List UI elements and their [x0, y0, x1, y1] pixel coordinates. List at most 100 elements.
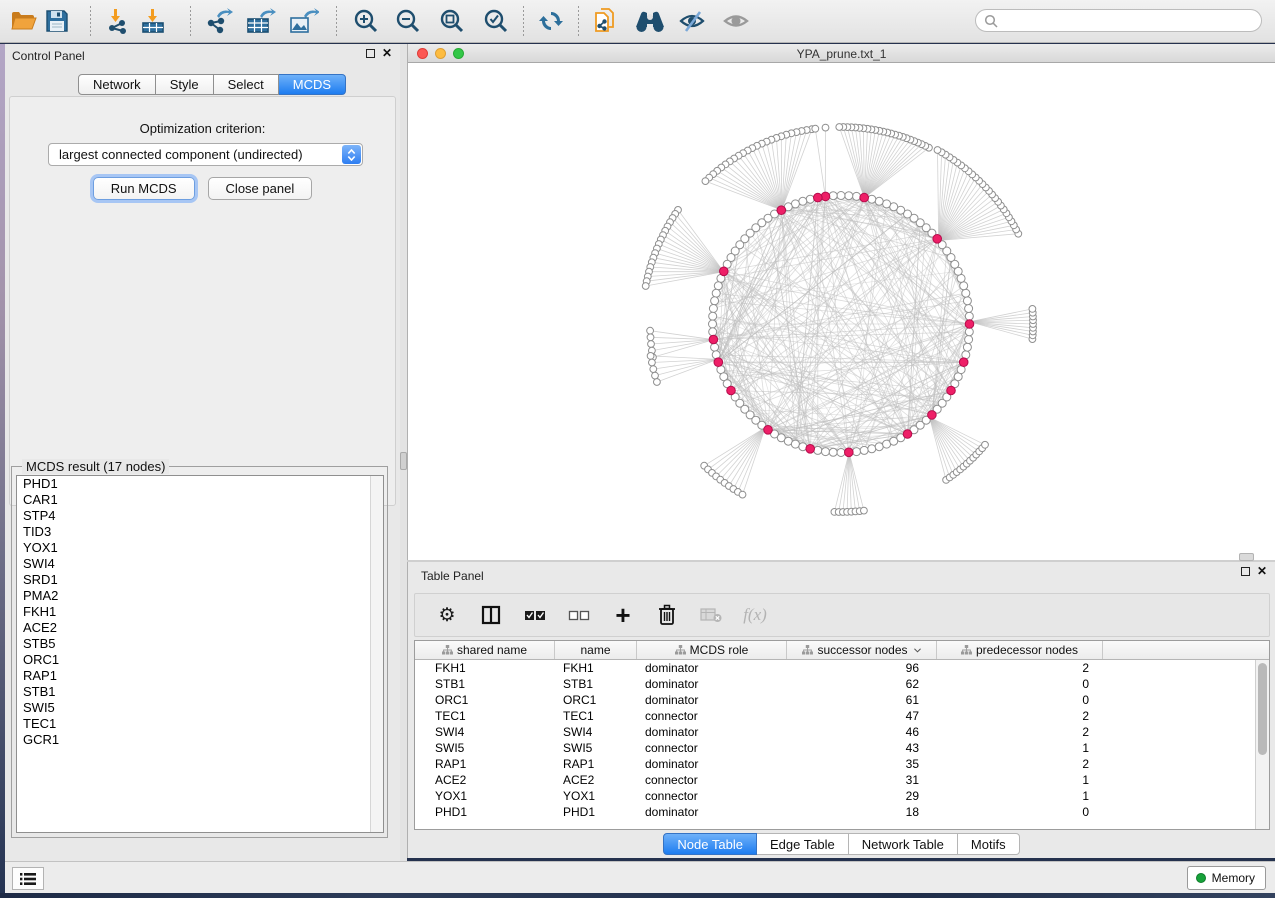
tab-motifs[interactable]: Motifs: [958, 833, 1020, 855]
tab-edge-table[interactable]: Edge Table: [757, 833, 849, 855]
list-item[interactable]: TID3: [17, 524, 383, 540]
table-row[interactable]: SWI5SWI5connector431: [415, 740, 1256, 756]
table-cell: 47: [787, 709, 937, 723]
table-row[interactable]: FKH1FKH1dominator962: [415, 660, 1256, 676]
close-table-panel-icon[interactable]: ✕: [1257, 567, 1267, 576]
table-row[interactable]: RAP1RAP1dominator352: [415, 756, 1256, 772]
binoculars-search-icon[interactable]: [634, 7, 666, 35]
table-cell: ORC1: [555, 693, 637, 707]
tab-node-table[interactable]: Node Table: [663, 833, 757, 855]
table-cell: 2: [937, 725, 1103, 739]
export-network-icon[interactable]: [203, 7, 233, 35]
list-item[interactable]: STB1: [17, 684, 383, 700]
optimization-criterion-dropdown[interactable]: largest connected component (undirected): [48, 143, 363, 166]
tab-network[interactable]: Network: [78, 74, 156, 95]
table-cell: 2: [937, 709, 1103, 723]
column-header-successor-nodes[interactable]: successor nodes: [787, 641, 937, 659]
deselect-all-icon[interactable]: [567, 602, 591, 628]
tab-mcds[interactable]: MCDS: [279, 74, 346, 95]
control-panel-header: Control Panel ✕: [5, 44, 400, 68]
list-item[interactable]: RAP1: [17, 668, 383, 684]
table-row[interactable]: YOX1YOX1connector291: [415, 788, 1256, 804]
table-cell: SWI4: [555, 725, 637, 739]
add-column-icon[interactable]: +: [611, 602, 635, 628]
search-field[interactable]: [975, 9, 1262, 32]
zoom-fit-icon[interactable]: [438, 7, 465, 35]
zoom-selected-icon[interactable]: [482, 7, 509, 35]
mcds-panel: Optimization criterion: largest connecte…: [9, 96, 396, 506]
delete-table-icon: [699, 602, 723, 628]
zoom-in-icon[interactable]: [352, 7, 379, 35]
status-bar: Memory: [5, 861, 1275, 893]
close-panel-button[interactable]: Close panel: [208, 177, 313, 200]
save-session-icon[interactable]: [44, 7, 70, 35]
vertical-splitter[interactable]: [400, 44, 407, 861]
table-cell: RAP1: [415, 757, 555, 771]
table-row[interactable]: STB1STB1dominator620: [415, 676, 1256, 692]
table-cell: dominator: [637, 693, 787, 707]
network-canvas[interactable]: [408, 63, 1275, 560]
table-cell: connector: [637, 789, 787, 803]
export-image-icon[interactable]: [287, 7, 319, 35]
table-cell: ACE2: [415, 773, 555, 787]
toolbar-separator: [523, 6, 524, 36]
column-header-predecessor-nodes[interactable]: predecessor nodes: [937, 641, 1103, 659]
refresh-layout-icon[interactable]: [538, 7, 564, 35]
table-cell: SWI5: [415, 741, 555, 755]
column-header-name[interactable]: name: [555, 641, 637, 659]
network-titlebar[interactable]: YPA_prune.txt_1: [408, 44, 1275, 63]
list-item[interactable]: YOX1: [17, 540, 383, 556]
list-item[interactable]: SWI5: [17, 700, 383, 716]
select-all-icon[interactable]: [523, 602, 547, 628]
horizontal-splitter-grabber[interactable]: [1239, 553, 1254, 561]
search-input[interactable]: [998, 14, 1238, 28]
tab-style[interactable]: Style: [156, 74, 214, 95]
table-row[interactable]: TEC1TEC1connector472: [415, 708, 1256, 724]
list-item[interactable]: SRD1: [17, 572, 383, 588]
run-mcds-button[interactable]: Run MCDS: [93, 177, 195, 200]
list-item[interactable]: STP4: [17, 508, 383, 524]
function-builder-icon: f(x): [743, 602, 767, 628]
open-session-icon[interactable]: [10, 7, 38, 35]
show-all-icon[interactable]: [722, 7, 750, 35]
list-item[interactable]: PHD1: [17, 476, 383, 492]
show-columns-icon[interactable]: [479, 602, 503, 628]
float-table-panel-icon[interactable]: [1241, 567, 1250, 576]
memory-button[interactable]: Memory: [1187, 866, 1266, 890]
list-item[interactable]: TEC1: [17, 716, 383, 732]
delete-column-icon[interactable]: [655, 602, 679, 628]
export-table-icon[interactable]: [244, 7, 276, 35]
list-item[interactable]: FKH1: [17, 604, 383, 620]
table-settings-gear-icon[interactable]: ⚙: [435, 602, 459, 628]
hide-selected-icon[interactable]: [678, 7, 706, 35]
list-item[interactable]: ACE2: [17, 620, 383, 636]
memory-label: Memory: [1212, 871, 1255, 885]
tab-select[interactable]: Select: [214, 74, 279, 95]
table-row[interactable]: PHD1PHD1dominator180: [415, 804, 1256, 820]
list-item[interactable]: ORC1: [17, 652, 383, 668]
list-item[interactable]: GCR1: [17, 732, 383, 748]
table-row[interactable]: ACE2ACE2connector311: [415, 772, 1256, 788]
list-item[interactable]: SWI4: [17, 556, 383, 572]
table-row[interactable]: ORC1ORC1dominator610: [415, 692, 1256, 708]
scrollbar-thumb[interactable]: [1258, 663, 1267, 755]
column-header-shared-name[interactable]: shared name: [415, 641, 555, 659]
node-table-scrollbar[interactable]: [1255, 660, 1269, 829]
mcds-result-scrollbar[interactable]: [370, 476, 383, 832]
column-header-MCDS-role[interactable]: MCDS role: [637, 641, 787, 659]
list-item[interactable]: STB5: [17, 636, 383, 652]
list-item[interactable]: PMA2: [17, 588, 383, 604]
table-panel: Table Panel ✕ ⚙ + f(x) shared namen: [407, 562, 1275, 858]
show-panels-list-icon[interactable]: [12, 867, 44, 890]
horizontal-splitter[interactable]: [407, 560, 1275, 562]
share-document-icon[interactable]: [592, 7, 618, 35]
zoom-out-icon[interactable]: [394, 7, 421, 35]
import-network-icon[interactable]: [104, 7, 132, 35]
close-panel-icon[interactable]: ✕: [382, 49, 392, 58]
tab-network-table[interactable]: Network Table: [849, 833, 958, 855]
import-table-icon[interactable]: [138, 7, 168, 35]
float-panel-icon[interactable]: [366, 49, 375, 58]
list-item[interactable]: CAR1: [17, 492, 383, 508]
table-row[interactable]: SWI4SWI4dominator462: [415, 724, 1256, 740]
splitter-grabber[interactable]: [400, 452, 407, 470]
